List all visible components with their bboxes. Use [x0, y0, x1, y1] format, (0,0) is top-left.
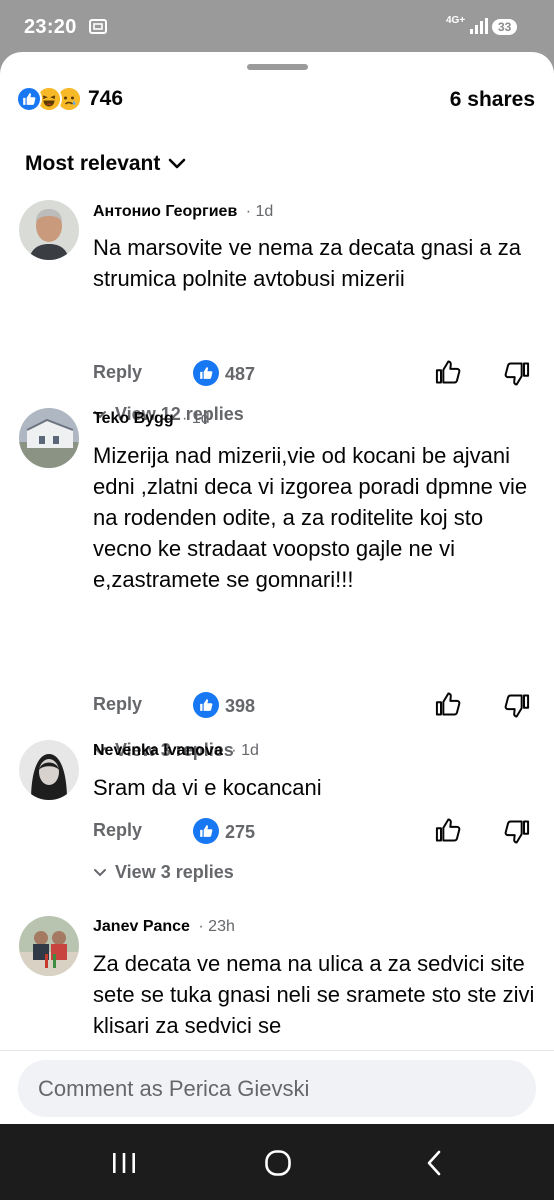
comment-time[interactable]: 1d — [241, 742, 259, 759]
comment-actions: Reply 275 — [93, 816, 538, 850]
avatar[interactable] — [19, 200, 79, 260]
reply-button[interactable]: Reply — [93, 820, 142, 841]
comment-time[interactable]: 23h — [208, 918, 235, 935]
comment-time[interactable]: 1d — [192, 410, 210, 427]
reply-button[interactable]: Reply — [93, 362, 142, 383]
comment-time[interactable]: 1d — [256, 203, 274, 220]
comments-sheet: 746 6 shares Most relevant Антонио Георг… — [0, 52, 554, 1124]
thumb-down-icon[interactable] — [503, 692, 531, 725]
chevron-down-icon — [169, 158, 186, 169]
thumb-down-icon[interactable] — [503, 818, 531, 851]
avatar[interactable] — [19, 740, 79, 800]
comment-input[interactable] — [18, 1060, 536, 1117]
avatar[interactable] — [19, 916, 79, 976]
chevron-down-icon — [94, 868, 106, 876]
like-count[interactable]: 398 — [225, 696, 255, 717]
comment-text: Na marsovite ve nema za decata gnasi a z… — [93, 235, 522, 291]
like-icon — [193, 360, 219, 386]
comment-author[interactable]: Janev Pance — [93, 918, 190, 935]
reaction-count: 746 — [88, 87, 124, 110]
like-icon — [193, 692, 219, 718]
network-type: 4G+ — [446, 15, 466, 26]
view-replies-label: View 3 replies — [115, 862, 234, 882]
system-nav-bar — [0, 1124, 554, 1200]
drag-handle[interactable] — [247, 64, 308, 70]
like-icon — [16, 86, 42, 112]
comment-actions: Reply 487 — [93, 358, 538, 392]
screencast-icon — [88, 17, 108, 37]
status-time: 23:20 — [24, 16, 77, 38]
comment-text: Mizerija nad mizerii,vie od kocani be aj… — [93, 443, 528, 592]
back-icon[interactable] — [414, 1148, 454, 1178]
thumb-down-icon[interactable] — [503, 360, 531, 393]
comment-author[interactable]: Teko Bygg — [93, 410, 174, 427]
reply-button[interactable]: Reply — [93, 694, 142, 715]
comment-composer-bar — [0, 1050, 554, 1124]
home-icon[interactable] — [258, 1148, 298, 1178]
status-bar: 23:20 4G+ 33 — [0, 0, 554, 56]
thumb-up-icon[interactable] — [434, 816, 462, 849]
shares-count[interactable]: 6 shares — [450, 88, 535, 112]
like-count[interactable]: 487 — [225, 364, 255, 385]
comment-actions: Reply 398 — [93, 690, 538, 724]
avatar[interactable] — [19, 408, 79, 468]
comment-composer[interactable] — [18, 1060, 536, 1117]
battery-indicator: 33 — [492, 19, 518, 35]
sort-label: Most relevant — [25, 152, 161, 175]
thumb-up-icon[interactable] — [434, 358, 462, 391]
like-icon — [193, 818, 219, 844]
reaction-summary[interactable]: 746 — [16, 86, 123, 112]
comment-text: Sram da vi e kocancani — [93, 775, 322, 800]
thumb-up-icon[interactable] — [434, 690, 462, 723]
view-replies-button[interactable]: View 3 replies — [93, 862, 234, 883]
comment-text: Za decata ve nema na ulica a za sedvici … — [93, 951, 535, 1038]
comment-author[interactable]: Антонио Георгиев — [93, 203, 237, 220]
sort-dropdown[interactable]: Most relevant — [25, 152, 186, 176]
comment-author[interactable]: Nevenka Ivanova — [93, 742, 223, 759]
recents-icon[interactable] — [104, 1148, 144, 1178]
like-count[interactable]: 275 — [225, 822, 255, 843]
signal-icon — [470, 18, 488, 39]
